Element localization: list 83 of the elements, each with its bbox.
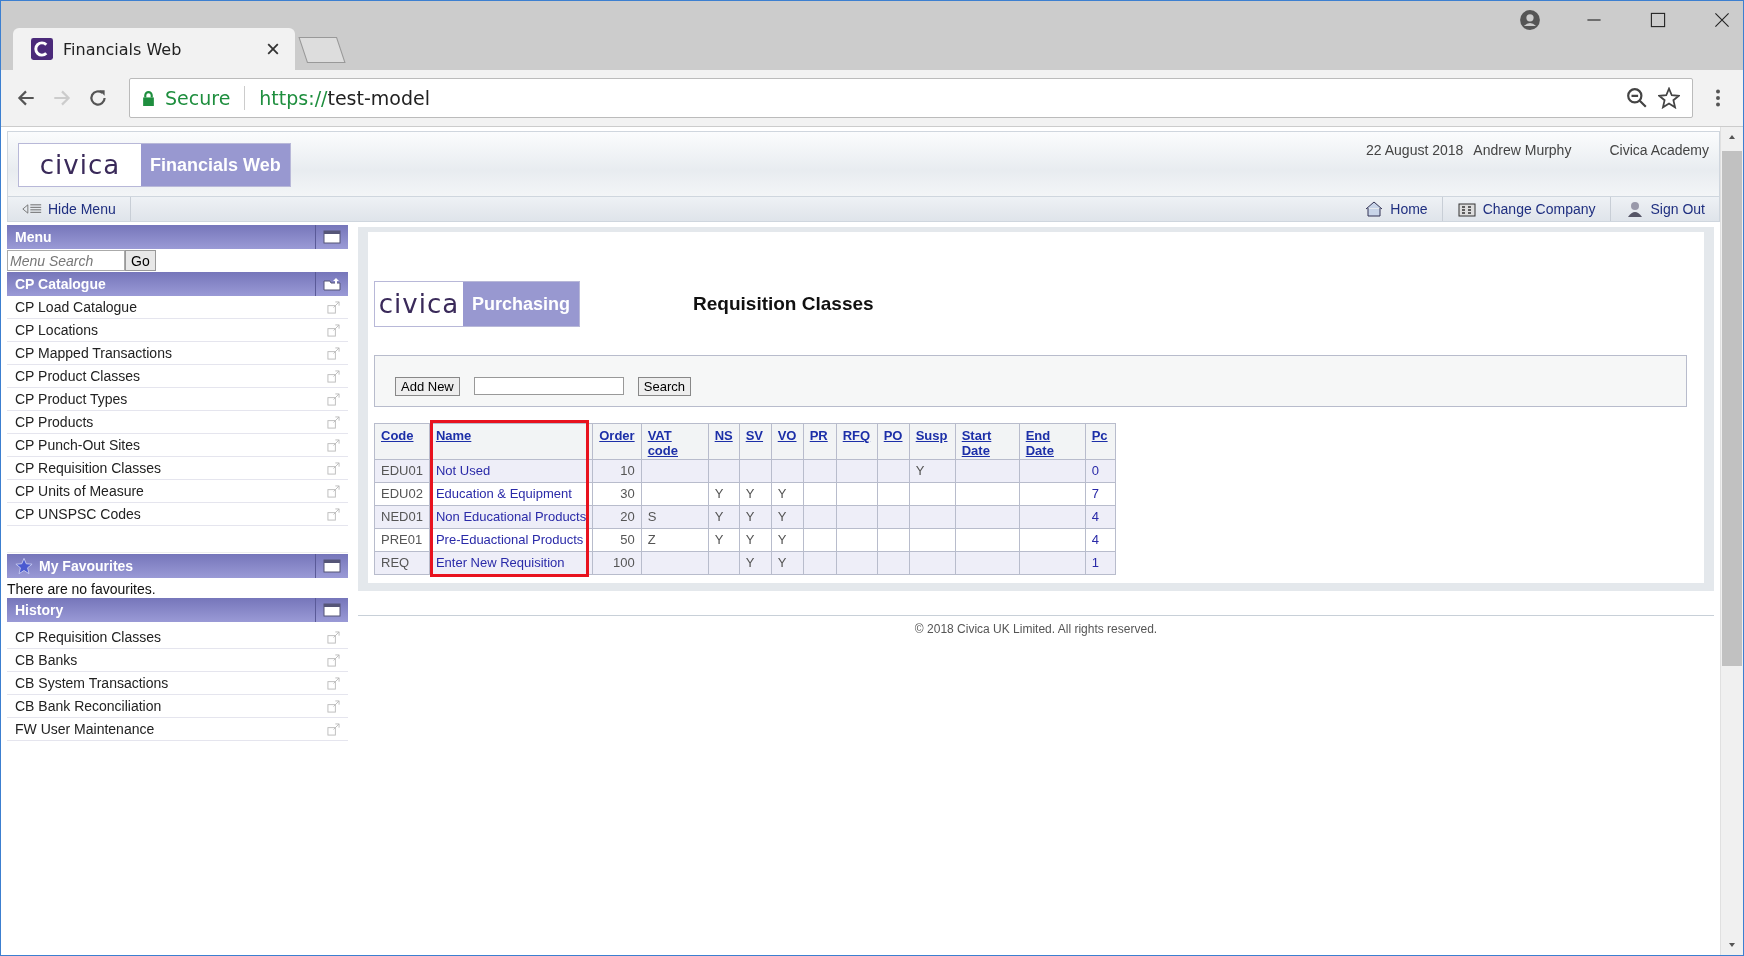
popout-icon[interactable] [327,484,340,498]
table-cell: 30 [620,486,635,501]
search-field[interactable] [473,377,624,395]
collapse-menu-icon [22,201,42,217]
popout-icon[interactable] [327,507,340,521]
table-cell: NED01 [381,509,423,524]
table-cell: Y [714,532,724,547]
table-cell: Y [777,509,787,524]
table-cell: Y [745,555,755,570]
panel-header: My Favourites [7,554,348,578]
date-label: 22 August 2018 [1366,142,1464,160]
popout-icon[interactable] [327,392,340,406]
building-icon [1456,201,1477,217]
table-cell: Y [745,532,755,547]
popout-icon[interactable] [327,653,340,667]
app-logo: civica Financials Web [18,143,291,187]
table-cell: Y [915,463,925,478]
user-name: Andrew Murphy [1473,142,1572,160]
profile-icon[interactable] [1519,9,1541,31]
table-cell: 20 [620,509,635,524]
panel-header: Menu [7,225,348,249]
table-cell: REQ [381,555,410,570]
popout-icon[interactable] [327,323,340,337]
new-tab-icon[interactable] [297,36,347,64]
popout-icon[interactable] [327,699,340,713]
table-cell: Y [777,532,787,547]
table-cell: Y [714,509,724,524]
nav-link[interactable]: Home [1350,197,1443,221]
table-cell: S [647,509,657,524]
star-icon[interactable] [1658,87,1680,109]
browser-tab[interactable]: Financials Web [13,28,295,70]
table-cell: Y [745,486,755,501]
folder-icon[interactable] [323,277,341,291]
menu-search-field[interactable]: Menu Search [7,250,125,271]
search-button[interactable]: Search [637,376,691,396]
go-button[interactable]: Go [125,250,156,271]
table-cell: Y [777,555,787,570]
table-link[interactable]: 0 [1091,463,1099,478]
hide-menu-button[interactable]: Hide Menu [8,197,131,221]
zoom-out-icon[interactable] [1626,87,1648,109]
table-cell: PRE01 [381,532,423,547]
popout-icon[interactable] [327,369,340,383]
popout-icon[interactable] [327,346,340,360]
nav-link[interactable]: Sign Out [1610,197,1719,221]
table-cell: 100 [612,555,635,570]
window-icon[interactable] [323,603,341,617]
table-cell: Y [777,486,787,501]
copyright-text: © 2018 Civica UK Limited. All rights reserved. [914,622,1158,636]
home-icon [1364,201,1385,217]
popout-icon[interactable] [327,722,340,736]
table-cell: Y [714,486,724,501]
panel-header: History [7,598,348,622]
table-cell: Z [647,532,656,547]
table-link[interactable]: 1 [1091,555,1099,570]
close-icon[interactable] [267,43,279,55]
panel-header: CP Catalogue [7,272,348,296]
table-cell: Y [745,509,755,524]
page-title: Requisition Classes [693,292,874,315]
star-icon [15,557,33,575]
table-cell: 50 [620,532,635,547]
popout-icon[interactable] [327,461,340,475]
window-icon[interactable] [323,559,341,573]
lock-icon [142,90,155,106]
popout-icon[interactable] [327,300,340,314]
table-link[interactable]: 7 [1091,486,1099,501]
table-cell: EDU02 [381,486,423,501]
popout-icon[interactable] [327,676,340,690]
nav-link[interactable]: Change Company [1442,197,1611,221]
table-cell: EDU01 [381,463,423,478]
table-link[interactable]: 4 [1091,532,1099,547]
app-logo-icon [31,38,53,60]
popout-icon[interactable] [327,630,340,644]
reload-icon[interactable] [87,87,109,109]
module-logo: civica Purchasing [374,280,581,327]
address-bar[interactable]: Secure https://test-model [129,78,1693,118]
add-new-button[interactable]: Add New [395,376,460,396]
window-icon[interactable] [323,230,341,244]
table-link[interactable]: 4 [1091,509,1099,524]
empty-message: There are no favourites. [7,580,157,597]
company-name: Civica Academy [1609,142,1709,160]
popout-icon[interactable] [327,438,340,452]
table-cell: 10 [620,463,635,478]
popout-icon[interactable] [327,415,340,429]
